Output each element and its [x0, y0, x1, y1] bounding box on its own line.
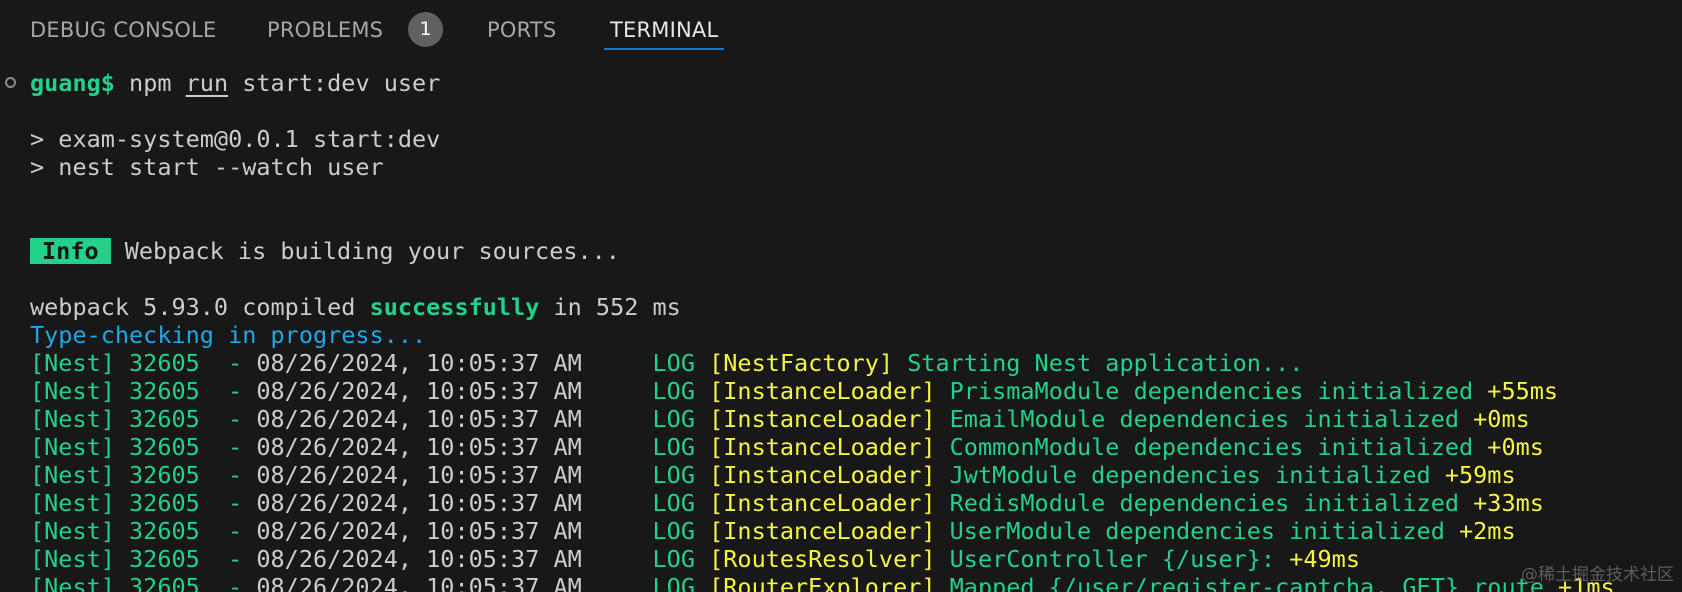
nest-log-line: [Nest] 32605 - 08/26/2024, 10:05:37 AM L…: [30, 461, 1516, 489]
log-context: [NestFactory]: [709, 349, 894, 377]
log-duration: +33ms: [1473, 489, 1544, 517]
log-message: JwtModule dependencies initialized: [935, 461, 1445, 489]
log-timestamp: 08/26/2024, 10:05:37 AM: [256, 377, 582, 405]
log-duration: +0ms: [1487, 433, 1544, 461]
terminal-panel: DEBUG CONSOLE PROBLEMS 1 PORTS TERMINAL …: [0, 0, 1682, 592]
terminal-output[interactable]: guang$ npm run start:dev user > exam-sys…: [0, 0, 1682, 592]
log-context: [RouterExplorer]: [709, 573, 936, 592]
log-prefix: [Nest] 32605 -: [30, 433, 257, 461]
log-duration: +55ms: [1487, 377, 1559, 405]
log-prefix: [Nest] 32605 -: [30, 405, 257, 433]
info-badge: Info: [30, 238, 111, 264]
log-message: RedisModule dependencies initialized: [935, 489, 1474, 517]
compiled-status: successfully: [369, 293, 540, 321]
log-timestamp: 08/26/2024, 10:05:37 AM: [256, 517, 582, 545]
command-run-link[interactable]: run: [186, 69, 228, 97]
log-context: [InstanceLoader]: [709, 405, 936, 433]
typecheck-line: Type-checking in progress...: [30, 321, 427, 349]
log-prefix: [Nest] 32605 -: [30, 489, 257, 517]
nest-log-line: [Nest] 32605 - 08/26/2024, 10:05:37 AM L…: [30, 405, 1530, 433]
nest-log-line: [Nest] 32605 - 08/26/2024, 10:05:37 AM L…: [30, 489, 1544, 517]
log-level: LOG: [581, 377, 710, 405]
prompt-user: guang$: [30, 69, 115, 97]
log-level: LOG: [581, 545, 710, 573]
log-timestamp: 08/26/2024, 10:05:37 AM: [256, 545, 582, 573]
log-level: LOG: [581, 573, 710, 592]
webpack-info-line: Info Webpack is building your sources...: [30, 237, 620, 265]
nest-log-line: [Nest] 32605 - 08/26/2024, 10:05:37 AM L…: [30, 517, 1516, 545]
compiled-prefix: webpack 5.93.0 compiled: [30, 293, 370, 321]
log-context: [InstanceLoader]: [709, 461, 936, 489]
log-timestamp: 08/26/2024, 10:05:37 AM: [256, 573, 582, 592]
log-context: [InstanceLoader]: [709, 489, 936, 517]
command-npm: npm: [129, 69, 172, 97]
nest-log-line: [Nest] 32605 - 08/26/2024, 10:05:37 AM L…: [30, 433, 1544, 461]
script-line-2: > nest start --watch user: [30, 153, 384, 181]
prompt-line: guang$ npm run start:dev user: [30, 69, 440, 97]
nest-log-line: [Nest] 32605 - 08/26/2024, 10:05:37 AM L…: [30, 545, 1360, 573]
log-prefix: [Nest] 32605 -: [30, 461, 257, 489]
log-context: [InstanceLoader]: [709, 377, 936, 405]
log-context: [RoutesResolver]: [709, 545, 936, 573]
log-prefix: [Nest] 32605 -: [30, 377, 257, 405]
compiled-line: webpack 5.93.0 compiled successfully in …: [30, 293, 681, 321]
log-duration: +49ms: [1289, 545, 1360, 573]
log-message: PrismaModule dependencies initialized: [935, 377, 1488, 405]
log-context: [InstanceLoader]: [709, 433, 936, 461]
log-duration: +59ms: [1444, 461, 1516, 489]
log-timestamp: 08/26/2024, 10:05:37 AM: [256, 489, 582, 517]
log-timestamp: 08/26/2024, 10:05:37 AM: [256, 461, 582, 489]
command-args: start:dev user: [242, 69, 441, 97]
log-level: LOG: [581, 461, 710, 489]
nest-log-line: [Nest] 32605 - 08/26/2024, 10:05:37 AM L…: [30, 573, 1615, 592]
log-level: LOG: [581, 349, 710, 377]
log-duration: +2ms: [1459, 517, 1516, 545]
script-line-1: > exam-system@0.0.1 start:dev: [30, 125, 441, 153]
log-level: LOG: [581, 517, 710, 545]
watermark-text: @稀土掘金技术社区: [1521, 565, 1674, 585]
compiled-suffix: in 552 ms: [539, 293, 681, 321]
nest-log-line: [Nest] 32605 - 08/26/2024, 10:05:37 AM L…: [30, 377, 1558, 405]
log-message: UserController {/user}:: [935, 545, 1290, 573]
log-context: [InstanceLoader]: [709, 517, 936, 545]
log-level: LOG: [581, 433, 710, 461]
log-prefix: [Nest] 32605 -: [30, 573, 257, 592]
log-timestamp: 08/26/2024, 10:05:37 AM: [256, 433, 582, 461]
log-timestamp: 08/26/2024, 10:05:37 AM: [256, 405, 582, 433]
command-status-circle-icon[interactable]: [5, 77, 16, 88]
log-message: EmailModule dependencies initialized: [935, 405, 1474, 433]
log-message: CommonModule dependencies initialized: [935, 433, 1488, 461]
log-prefix: [Nest] 32605 -: [30, 349, 257, 377]
log-timestamp: 08/26/2024, 10:05:37 AM: [256, 349, 582, 377]
log-message: UserModule dependencies initialized: [935, 517, 1459, 545]
log-duration: +0ms: [1473, 405, 1530, 433]
info-text: Webpack is building your sources...: [110, 237, 620, 265]
log-message: Mapped {/user/register-captcha, GET} rou…: [935, 573, 1559, 592]
log-prefix: [Nest] 32605 -: [30, 545, 257, 573]
nest-log-line: [Nest] 32605 - 08/26/2024, 10:05:37 AM L…: [30, 349, 1303, 377]
log-level: LOG: [581, 405, 710, 433]
log-message: Starting Nest application...: [893, 349, 1304, 377]
log-level: LOG: [581, 489, 710, 517]
log-prefix: [Nest] 32605 -: [30, 517, 257, 545]
